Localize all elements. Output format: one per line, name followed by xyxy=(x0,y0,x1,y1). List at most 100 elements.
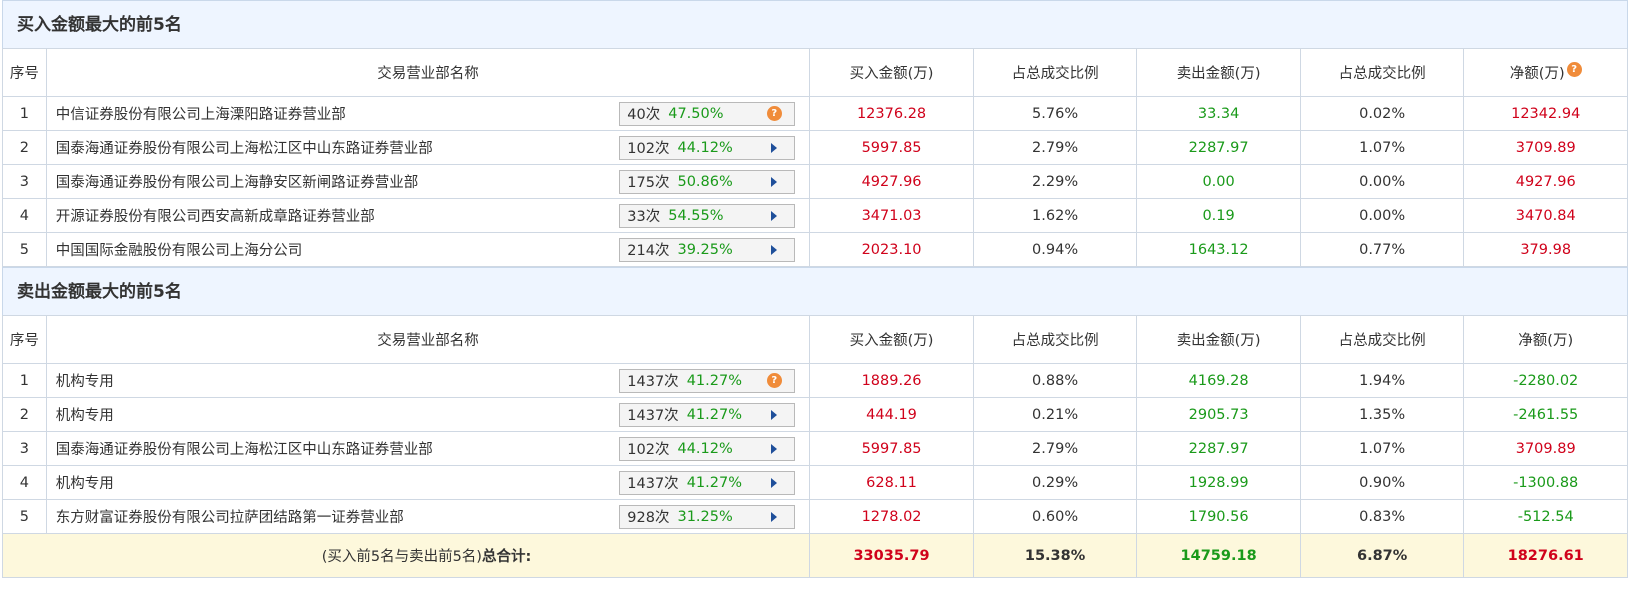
play-arrow-icon-wrapper[interactable] xyxy=(766,441,782,457)
branch-history-stat[interactable]: 214次 39.25% xyxy=(619,237,796,262)
table-row: 3 国泰海通证券股份有限公司上海静安区新闸路证券营业部 175次 50.86% 4927… xyxy=(2,164,1628,199)
branch-history-stat[interactable]: 102次 44.12% xyxy=(619,135,796,160)
win-rate: 39.25% xyxy=(677,241,733,258)
row-buy-amount: 5997.85 xyxy=(809,130,974,165)
branch-history-stat[interactable]: 175次 50.86% xyxy=(619,169,796,194)
table-row: 5 中国国际金融股份有限公司上海分公司 214次 39.25% 2023.10 0.94%… xyxy=(2,232,1628,267)
row-sell-ratio: 0.02% xyxy=(1299,96,1465,131)
dragon-tiger-list: 买入金额最大的前5名 序号 交易营业部名称 买入金额(万) 占总成交比例 卖出金… xyxy=(1,0,1628,578)
row-sell-amount: 4169.28 xyxy=(1136,363,1301,398)
branch-history-stat[interactable]: 928次 31.25% xyxy=(619,504,796,529)
row-sell-amount: 1928.99 xyxy=(1136,465,1301,500)
row-sell-ratio: 1.07% xyxy=(1299,130,1465,165)
win-rate: 44.12% xyxy=(677,440,733,457)
branch-name[interactable]: 开源证券股份有限公司西安高新成章路证券营业部 xyxy=(56,205,375,226)
row-net-amount: 379.98 xyxy=(1463,232,1628,267)
branch-history-stat[interactable]: 40次 47.50%? xyxy=(619,101,796,126)
branch-history-stat[interactable]: 102次 44.12% xyxy=(619,436,796,461)
help-icon: ? xyxy=(766,106,782,121)
branch-name[interactable]: 东方财富证券股份有限公司拉萨团结路第一证券营业部 xyxy=(56,506,404,527)
total-net-amount: 18276.61 xyxy=(1463,533,1628,578)
win-rate: 31.25% xyxy=(677,508,733,525)
header-sell-ratio: 占总成交比例 xyxy=(1299,315,1465,364)
play-arrow-icon-wrapper[interactable] xyxy=(766,407,782,423)
row-branch-cell: 中信证券股份有限公司上海溧阳路证券营业部 40次 47.50%? xyxy=(45,96,811,131)
total-row: (买入前5名与卖出前5名)总合计: 33035.79 15.38% 14759.… xyxy=(1,533,1628,578)
branch-name[interactable]: 国泰海通证券股份有限公司上海静安区新闸路证券营业部 xyxy=(56,171,419,192)
row-branch-cell: 东方财富证券股份有限公司拉萨团结路第一证券营业部 928次 31.25% xyxy=(45,499,811,534)
row-buy-ratio: 0.94% xyxy=(972,232,1138,267)
play-arrow-icon-wrapper[interactable] xyxy=(766,174,782,190)
header-net-amount: 净额(万)? xyxy=(1463,48,1628,97)
table-row: 5 东方财富证券股份有限公司拉萨团结路第一证券营业部 928次 31.25% 1278.… xyxy=(2,499,1628,534)
header-net-amount: 净额(万) xyxy=(1463,315,1628,364)
branch-name[interactable]: 国泰海通证券股份有限公司上海松江区中山东路证券营业部 xyxy=(56,438,433,459)
row-buy-amount: 628.11 xyxy=(809,465,974,500)
play-arrow-icon xyxy=(771,477,778,488)
row-branch-cell: 机构专用 1437次 41.27% xyxy=(45,465,811,500)
branch-name[interactable]: 机构专用 xyxy=(56,370,114,391)
play-arrow-icon-wrapper[interactable] xyxy=(766,140,782,156)
appearance-count: 1437次 xyxy=(627,374,679,390)
total-buy-ratio: 15.38% xyxy=(972,533,1138,578)
row-net-amount: -2280.02 xyxy=(1463,363,1628,398)
play-arrow-icon xyxy=(771,511,778,522)
row-branch-cell: 国泰海通证券股份有限公司上海松江区中山东路证券营业部 102次 44.12% xyxy=(45,431,811,466)
row-sell-amount: 0.00 xyxy=(1136,164,1301,199)
row-sell-ratio: 0.00% xyxy=(1299,198,1465,233)
branch-history-stat[interactable]: 1437次 41.27% xyxy=(619,402,796,427)
play-arrow-icon-wrapper[interactable] xyxy=(766,242,782,258)
row-sell-ratio: 1.35% xyxy=(1299,397,1465,432)
branch-name[interactable]: 机构专用 xyxy=(56,472,114,493)
row-buy-ratio: 0.29% xyxy=(972,465,1138,500)
help-icon[interactable]: ? xyxy=(1566,62,1582,77)
row-sell-ratio: 1.94% xyxy=(1299,363,1465,398)
sell-section-title: 卖出金额最大的前5名 xyxy=(2,267,1628,315)
branch-name[interactable]: 中信证券股份有限公司上海溧阳路证券营业部 xyxy=(56,103,346,124)
header-branch-name: 交易营业部名称 xyxy=(45,315,811,364)
header-net-label: 净额(万) xyxy=(1509,66,1565,82)
buy-top5-table: 序号 交易营业部名称 买入金额(万) 占总成交比例 卖出金额(万) 占总成交比例… xyxy=(2,48,1628,267)
play-arrow-icon-wrapper[interactable] xyxy=(766,208,782,224)
sell-top5-section: 卖出金额最大的前5名 序号 交易营业部名称 买入金额(万) 占总成交比例 卖出金… xyxy=(1,267,1628,578)
appearance-count: 33次 xyxy=(627,209,661,225)
row-sell-amount: 2287.97 xyxy=(1136,431,1301,466)
sell-top5-table: 序号 交易营业部名称 买入金额(万) 占总成交比例 卖出金额(万) 占总成交比例… xyxy=(1,315,1628,578)
total-label: (买入前5名与卖出前5名)总合计: xyxy=(1,533,811,578)
help-icon-wrapper[interactable]: ? xyxy=(766,106,782,122)
branch-history-stat[interactable]: 1437次 41.27% xyxy=(619,470,796,495)
play-arrow-icon xyxy=(771,443,778,454)
branch-name[interactable]: 国泰海通证券股份有限公司上海松江区中山东路证券营业部 xyxy=(56,137,433,158)
row-buy-ratio: 1.62% xyxy=(972,198,1138,233)
play-arrow-icon xyxy=(771,409,778,420)
win-rate: 50.86% xyxy=(677,173,733,190)
row-net-amount: -2461.55 xyxy=(1463,397,1628,432)
branch-name[interactable]: 中国国际金融股份有限公司上海分公司 xyxy=(56,239,303,260)
row-net-amount: -512.54 xyxy=(1463,499,1628,534)
table-row: 2 机构专用 1437次 41.27% 444.19 0.21% 2905.73 1.35% -… xyxy=(2,397,1628,432)
branch-history-stat[interactable]: 1437次 41.27%? xyxy=(619,368,796,393)
table-row: 1 中信证券股份有限公司上海溧阳路证券营业部 40次 47.50%? 12376.28 5… xyxy=(2,96,1628,131)
branch-history-stat[interactable]: 33次 54.55% xyxy=(619,203,796,228)
play-arrow-icon xyxy=(771,244,778,255)
help-icon-wrapper[interactable]: ? xyxy=(766,373,782,389)
play-arrow-icon-wrapper[interactable] xyxy=(766,509,782,525)
play-arrow-icon-wrapper[interactable] xyxy=(766,475,782,491)
play-arrow-icon xyxy=(771,210,778,221)
row-sell-amount: 0.19 xyxy=(1136,198,1301,233)
header-sell-amount: 卖出金额(万) xyxy=(1136,315,1301,364)
win-rate: 41.27% xyxy=(686,372,742,389)
table-row: 1 机构专用 1437次 41.27%? 1889.26 0.88% 4169.28 1.94… xyxy=(2,363,1628,398)
row-net-amount: 12342.94 xyxy=(1463,96,1628,131)
branch-name[interactable]: 机构专用 xyxy=(56,404,114,425)
row-sell-amount: 1790.56 xyxy=(1136,499,1301,534)
total-buy-amount: 33035.79 xyxy=(809,533,974,578)
play-arrow-icon xyxy=(771,142,778,153)
appearance-count: 1437次 xyxy=(627,408,679,424)
row-seq: 3 xyxy=(2,431,47,466)
table-row: 3 国泰海通证券股份有限公司上海松江区中山东路证券营业部 102次 44.12% 599… xyxy=(2,431,1628,466)
row-net-amount: 3709.89 xyxy=(1463,130,1628,165)
appearance-count: 928次 xyxy=(627,510,670,526)
total-sell-amount: 14759.18 xyxy=(1136,533,1301,578)
win-rate: 54.55% xyxy=(668,207,724,224)
